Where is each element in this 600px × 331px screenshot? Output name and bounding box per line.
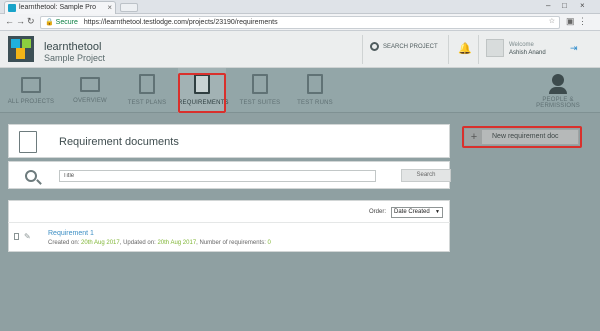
nav-label: TEST RUNS xyxy=(297,100,333,106)
header-divider xyxy=(362,35,363,64)
nav-overview[interactable]: OVERVIEW xyxy=(64,68,116,113)
order-value: Date Created xyxy=(394,209,430,215)
secure-label: Secure xyxy=(55,19,78,26)
highlight-frame xyxy=(178,73,226,113)
address-bar-row: ← → ↻ 🔒 Secure https://learnthetool.test… xyxy=(0,14,600,31)
minimize-icon[interactable]: – xyxy=(546,1,550,10)
test-suite-icon xyxy=(252,74,268,94)
back-icon[interactable]: ← xyxy=(5,16,14,26)
avatar[interactable] xyxy=(486,39,504,57)
title-search-input[interactable] xyxy=(59,170,376,182)
nav-all-projects[interactable]: ALL PROJECTS xyxy=(2,68,60,113)
search-project-button[interactable]: SEARCH PROJECT xyxy=(370,42,438,51)
bookmark-star-icon[interactable]: ☆ xyxy=(549,17,555,25)
test-plan-icon xyxy=(139,74,155,94)
header-divider xyxy=(478,35,479,64)
nav-label: PERMISSIONS xyxy=(536,103,580,109)
module-nav: ALL PROJECTS OVERVIEW TEST PLANS REQUIRE… xyxy=(0,68,600,113)
favicon-icon xyxy=(8,4,16,12)
app-brand[interactable]: learnthetool xyxy=(44,41,102,53)
search-project-label: SEARCH PROJECT xyxy=(383,44,438,51)
app-header: learnthetool Sample Project SEARCH PROJE… xyxy=(0,31,600,68)
nav-label: ALL PROJECTS xyxy=(7,99,55,105)
nav-label: OVERVIEW xyxy=(73,98,107,104)
app-logo-icon[interactable] xyxy=(8,36,34,62)
search-button[interactable]: Search xyxy=(401,169,451,182)
extension-icon[interactable]: ▣ xyxy=(566,16,575,27)
browser-tab[interactable]: learnthetool: Sample Pro × xyxy=(4,1,116,14)
trash-icon[interactable] xyxy=(14,233,19,240)
requirement-doc-meta: Created on: 20th Aug 2017, Updated on: 2… xyxy=(48,240,271,246)
highlight-frame xyxy=(462,126,582,148)
nav-label: TEST PLANS xyxy=(127,100,167,106)
order-label: Order: xyxy=(369,209,387,215)
browser-menu-icon[interactable]: ⋮ xyxy=(578,16,587,27)
close-tab-icon[interactable]: × xyxy=(107,3,112,12)
pencil-icon[interactable]: ✎ xyxy=(24,232,31,241)
close-window-icon[interactable]: × xyxy=(580,1,585,10)
user-name[interactable]: Ashish Anand xyxy=(509,50,546,56)
created-date: 20th Aug 2017 xyxy=(81,240,120,246)
count-label: , Number of requirements: xyxy=(196,240,266,246)
browser-tab-bar: learnthetool: Sample Pro × – □ × xyxy=(0,0,600,14)
updated-label: , Updated on: xyxy=(119,240,156,246)
order-select[interactable]: Date Created ▼ xyxy=(391,207,443,218)
url-text: https://learnthetool.testlodge.com/proje… xyxy=(83,19,278,26)
project-name: Sample Project xyxy=(44,53,106,63)
search-icon xyxy=(370,42,379,51)
search-panel: Search xyxy=(8,161,451,189)
requirements-header-panel: Requirement documents xyxy=(8,124,450,158)
page-title: Requirement documents xyxy=(59,136,179,148)
nav-test-plans[interactable]: TEST PLANS xyxy=(120,68,174,113)
lock-icon: 🔒 xyxy=(45,19,54,26)
nav-people-permissions[interactable]: PEOPLE & PERMISSIONS xyxy=(532,68,584,113)
divider xyxy=(8,222,450,223)
chevron-down-icon: ▼ xyxy=(435,209,440,215)
folder-icon xyxy=(21,77,41,93)
monitor-icon xyxy=(80,77,100,92)
tab-title: learnthetool: Sample Pro xyxy=(19,4,97,11)
test-run-icon xyxy=(307,74,323,94)
created-label: Created on: xyxy=(48,240,80,246)
requirement-count: 0 xyxy=(267,240,271,246)
welcome-text: Welcome xyxy=(509,42,534,48)
requirement-doc-link[interactable]: Requirement 1 xyxy=(48,230,94,237)
notifications-bell-icon[interactable]: 🔔 xyxy=(458,42,472,55)
nav-test-suites[interactable]: TEST SUITES xyxy=(232,68,288,113)
nav-test-runs[interactable]: TEST RUNS xyxy=(290,68,340,113)
url-field[interactable]: 🔒 Secure https://learnthetool.testlodge.… xyxy=(40,16,560,29)
updated-date: 20th Aug 2017 xyxy=(157,240,197,246)
nav-label: TEST SUITES xyxy=(239,100,281,106)
logout-icon[interactable]: ⇥ xyxy=(570,43,578,54)
forward-icon[interactable]: → xyxy=(16,16,25,26)
document-icon xyxy=(19,131,37,153)
maximize-icon[interactable]: □ xyxy=(562,1,567,10)
reload-icon[interactable]: ↻ xyxy=(27,16,35,27)
search-icon-handle xyxy=(36,179,42,185)
new-tab-button[interactable] xyxy=(120,3,138,12)
person-body-icon xyxy=(549,87,567,94)
header-divider xyxy=(448,35,449,64)
person-icon xyxy=(552,74,564,86)
